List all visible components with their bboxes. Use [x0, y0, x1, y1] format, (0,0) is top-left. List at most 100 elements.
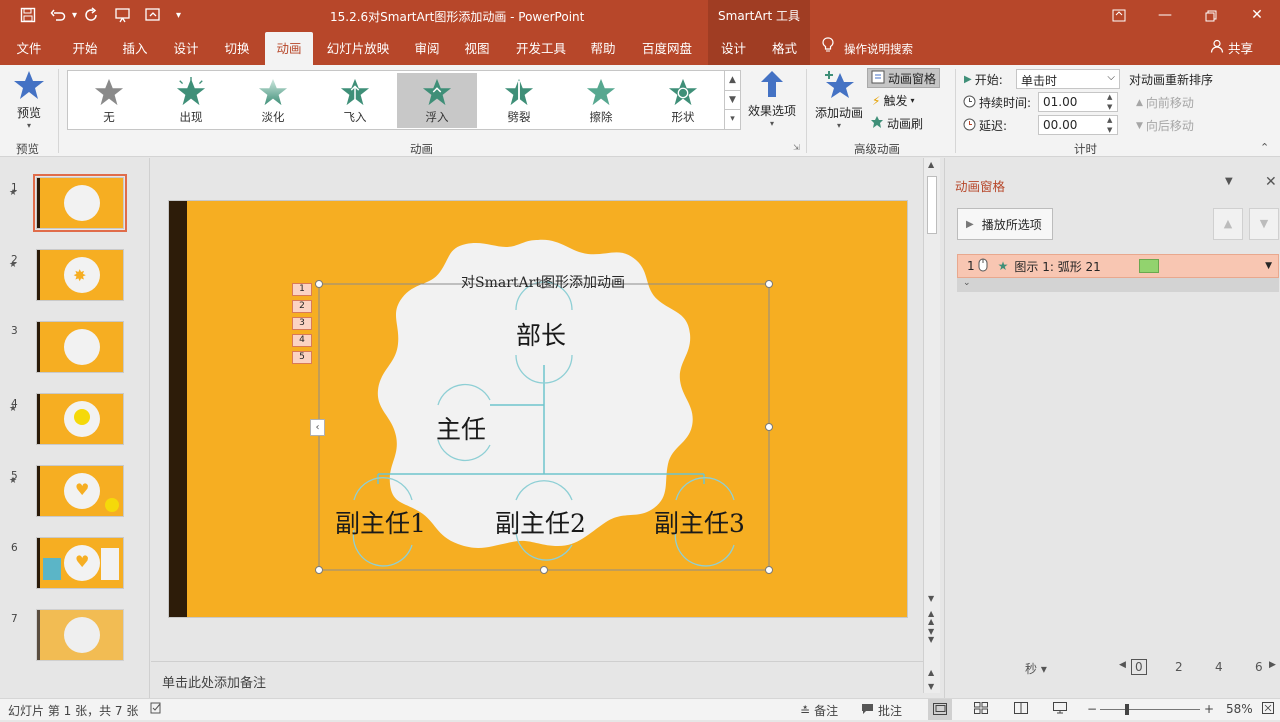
slide-thumbnail-7[interactable] [36, 609, 124, 661]
dialog-launcher-icon[interactable]: ⇲ [793, 143, 800, 152]
reading-view-icon[interactable] [1014, 702, 1028, 717]
tell-me-search[interactable]: 操作说明搜索 [822, 32, 913, 65]
tab-smartart-design[interactable]: 设计 [708, 32, 759, 65]
duration-spinner-icon[interactable]: ▲ ▼ [1107, 92, 1112, 112]
smartart-graphic[interactable] [168, 200, 908, 618]
next-slide-icon[interactable]: ▼ ▼ [928, 628, 934, 644]
notes-pane[interactable]: 单击此处添加备注 [151, 661, 923, 698]
node-deputy-2[interactable]: 副主任2 [495, 504, 586, 540]
save-icon[interactable] [20, 7, 36, 27]
trigger-button[interactable]: ⚡ 触发 ▾ [872, 92, 914, 109]
slideshow-view-icon[interactable] [1053, 702, 1067, 717]
node-director[interactable]: 主任 [436, 410, 486, 446]
slide-thumbnail-3[interactable] [36, 321, 124, 373]
anim-tag[interactable]: 5 [292, 351, 312, 364]
tab-review[interactable]: 审阅 [404, 32, 450, 65]
gallery-scroll-up-icon[interactable]: ▲ [724, 71, 740, 90]
animation-pane-button[interactable]: 动画窗格 [867, 68, 941, 88]
share-button[interactable]: 共享 [1210, 32, 1253, 65]
undo-dropdown-icon[interactable]: ▾ [72, 10, 77, 21]
anim-wipe[interactable]: 擦除 [561, 73, 641, 128]
start-select[interactable]: 单击时 ⌵ [1016, 69, 1120, 89]
anim-none[interactable]: 无 [69, 73, 149, 128]
anim-shape[interactable]: 形状 [643, 73, 723, 128]
tab-developer[interactable]: 开发工具 [510, 32, 572, 65]
zoom-slider[interactable] [1100, 709, 1200, 710]
anim-tag[interactable]: 1 [292, 283, 312, 296]
move-later-button[interactable]: ▼ 向后移动 [1136, 117, 1194, 134]
anim-fade[interactable]: 淡化 [233, 73, 313, 128]
slide-sorter-icon[interactable] [974, 702, 988, 717]
node-head[interactable]: 部长 [516, 316, 566, 352]
anim-fly-in[interactable]: 飞入 [315, 73, 395, 128]
slide-thumbnail-1[interactable] [33, 174, 127, 232]
comments-button[interactable]: 批注 [861, 702, 902, 719]
zoom-out-icon[interactable]: − [1087, 702, 1097, 716]
slide-thumbnail-6[interactable]: ♥ [36, 537, 124, 589]
tab-slideshow[interactable]: 幻灯片放映 [320, 32, 396, 65]
redo-icon[interactable] [84, 7, 100, 27]
slide-scrollbar[interactable]: ▲ ▼ ▲ ▲ ▼ ▼ ▲ ▼ [923, 158, 940, 693]
duration-field[interactable]: 01.00 [1038, 92, 1118, 112]
move-earlier-button[interactable]: ▲ 向前移动 [1136, 94, 1194, 111]
gallery-scroll-down-icon[interactable]: ▼ [724, 90, 740, 109]
spellcheck-icon[interactable] [150, 702, 162, 717]
scroll-thumb[interactable] [927, 176, 937, 234]
collapse-ribbon-icon[interactable]: ⌃ [1260, 141, 1269, 154]
tab-smartart-format[interactable]: 格式 [759, 32, 810, 65]
minimize-icon[interactable]: — [1142, 0, 1188, 32]
previous-slide-icon[interactable]: ▲ ▲ [928, 610, 934, 626]
tab-transitions[interactable]: 切换 [214, 32, 260, 65]
fit-to-window-icon[interactable] [1262, 702, 1274, 717]
anim-tag[interactable]: 2 [292, 300, 312, 313]
move-up-icon[interactable]: ▲ [1213, 208, 1243, 240]
tab-file[interactable]: 文件 [6, 32, 52, 65]
node-deputy-3[interactable]: 副主任3 [654, 504, 745, 540]
tab-design[interactable]: 设计 [163, 32, 209, 65]
tab-baidu-netdisk[interactable]: 百度网盘 [636, 32, 698, 65]
restore-icon[interactable] [1188, 0, 1234, 32]
zoom-in-icon[interactable]: + [1204, 702, 1214, 716]
tab-animations[interactable]: 动画 [265, 32, 313, 65]
move-down-icon[interactable]: ▼ [1249, 208, 1279, 240]
slide-thumbnail-2[interactable]: ✸ [36, 249, 124, 301]
animation-painter-button[interactable]: 动画刷 [870, 115, 923, 132]
tab-insert[interactable]: 插入 [112, 32, 158, 65]
pane-options-icon[interactable]: ▼ [1225, 176, 1233, 187]
text-pane-toggle-icon[interactable]: ‹ [310, 419, 325, 436]
play-selected-button[interactable]: ▶ 播放所选项 [957, 208, 1053, 240]
slide-title[interactable]: 对SmartArt图形添加动画 [461, 272, 625, 292]
item-dropdown-icon[interactable]: ▼ [1265, 261, 1272, 271]
animation-list-item[interactable]: 1 ★ 图示 1: 弧形 21 ▼ [957, 254, 1279, 278]
timeline-left-icon[interactable]: ◀ [1119, 660, 1126, 670]
tab-home[interactable]: 开始 [62, 32, 108, 65]
ribbon-display-options-icon[interactable] [1096, 0, 1142, 32]
scroll-down-icon[interactable]: ▼ [928, 594, 934, 603]
slide-thumbnail-5[interactable]: ♥ [36, 465, 124, 517]
tab-view[interactable]: 视图 [454, 32, 500, 65]
add-animation-button[interactable]: 添加动画 ▾ [812, 69, 866, 135]
close-window-icon[interactable]: ✕ [1234, 0, 1280, 32]
zoom-slider-thumb[interactable] [1125, 704, 1129, 715]
delay-spinner-icon[interactable]: ▲ ▼ [1107, 115, 1112, 135]
anim-tag[interactable]: 4 [292, 334, 312, 347]
expand-contents-icon[interactable]: ⌄ [957, 278, 1279, 292]
node-deputy-1[interactable]: 副主任1 [335, 504, 426, 540]
preview-button[interactable]: 预览 ▾ [8, 69, 50, 135]
anim-split[interactable]: 劈裂 [479, 73, 559, 128]
gallery-more-icon[interactable]: ▾ [724, 109, 740, 129]
tab-help[interactable]: 帮助 [580, 32, 626, 65]
effect-options-button[interactable]: 效果选项 ▾ [746, 69, 798, 135]
zoom-level[interactable]: 58% [1226, 702, 1253, 716]
customize-qat-icon[interactable]: ▾ [176, 10, 181, 21]
undo-icon[interactable] [50, 7, 66, 27]
slide-thumbnail-4[interactable] [36, 393, 124, 445]
timeline-right-icon[interactable]: ▶ [1269, 660, 1276, 670]
seconds-dropdown[interactable]: 秒 ▾ [1025, 660, 1047, 677]
anim-float-in[interactable]: 浮入 [397, 73, 477, 128]
scroll-up-icon[interactable]: ▲ [928, 160, 934, 169]
touch-mode-icon[interactable] [144, 7, 162, 27]
normal-view-icon[interactable] [928, 699, 952, 720]
notes-scroll-up-icon[interactable]: ▲ [928, 668, 934, 677]
delay-field[interactable]: 00.00 [1038, 115, 1118, 135]
